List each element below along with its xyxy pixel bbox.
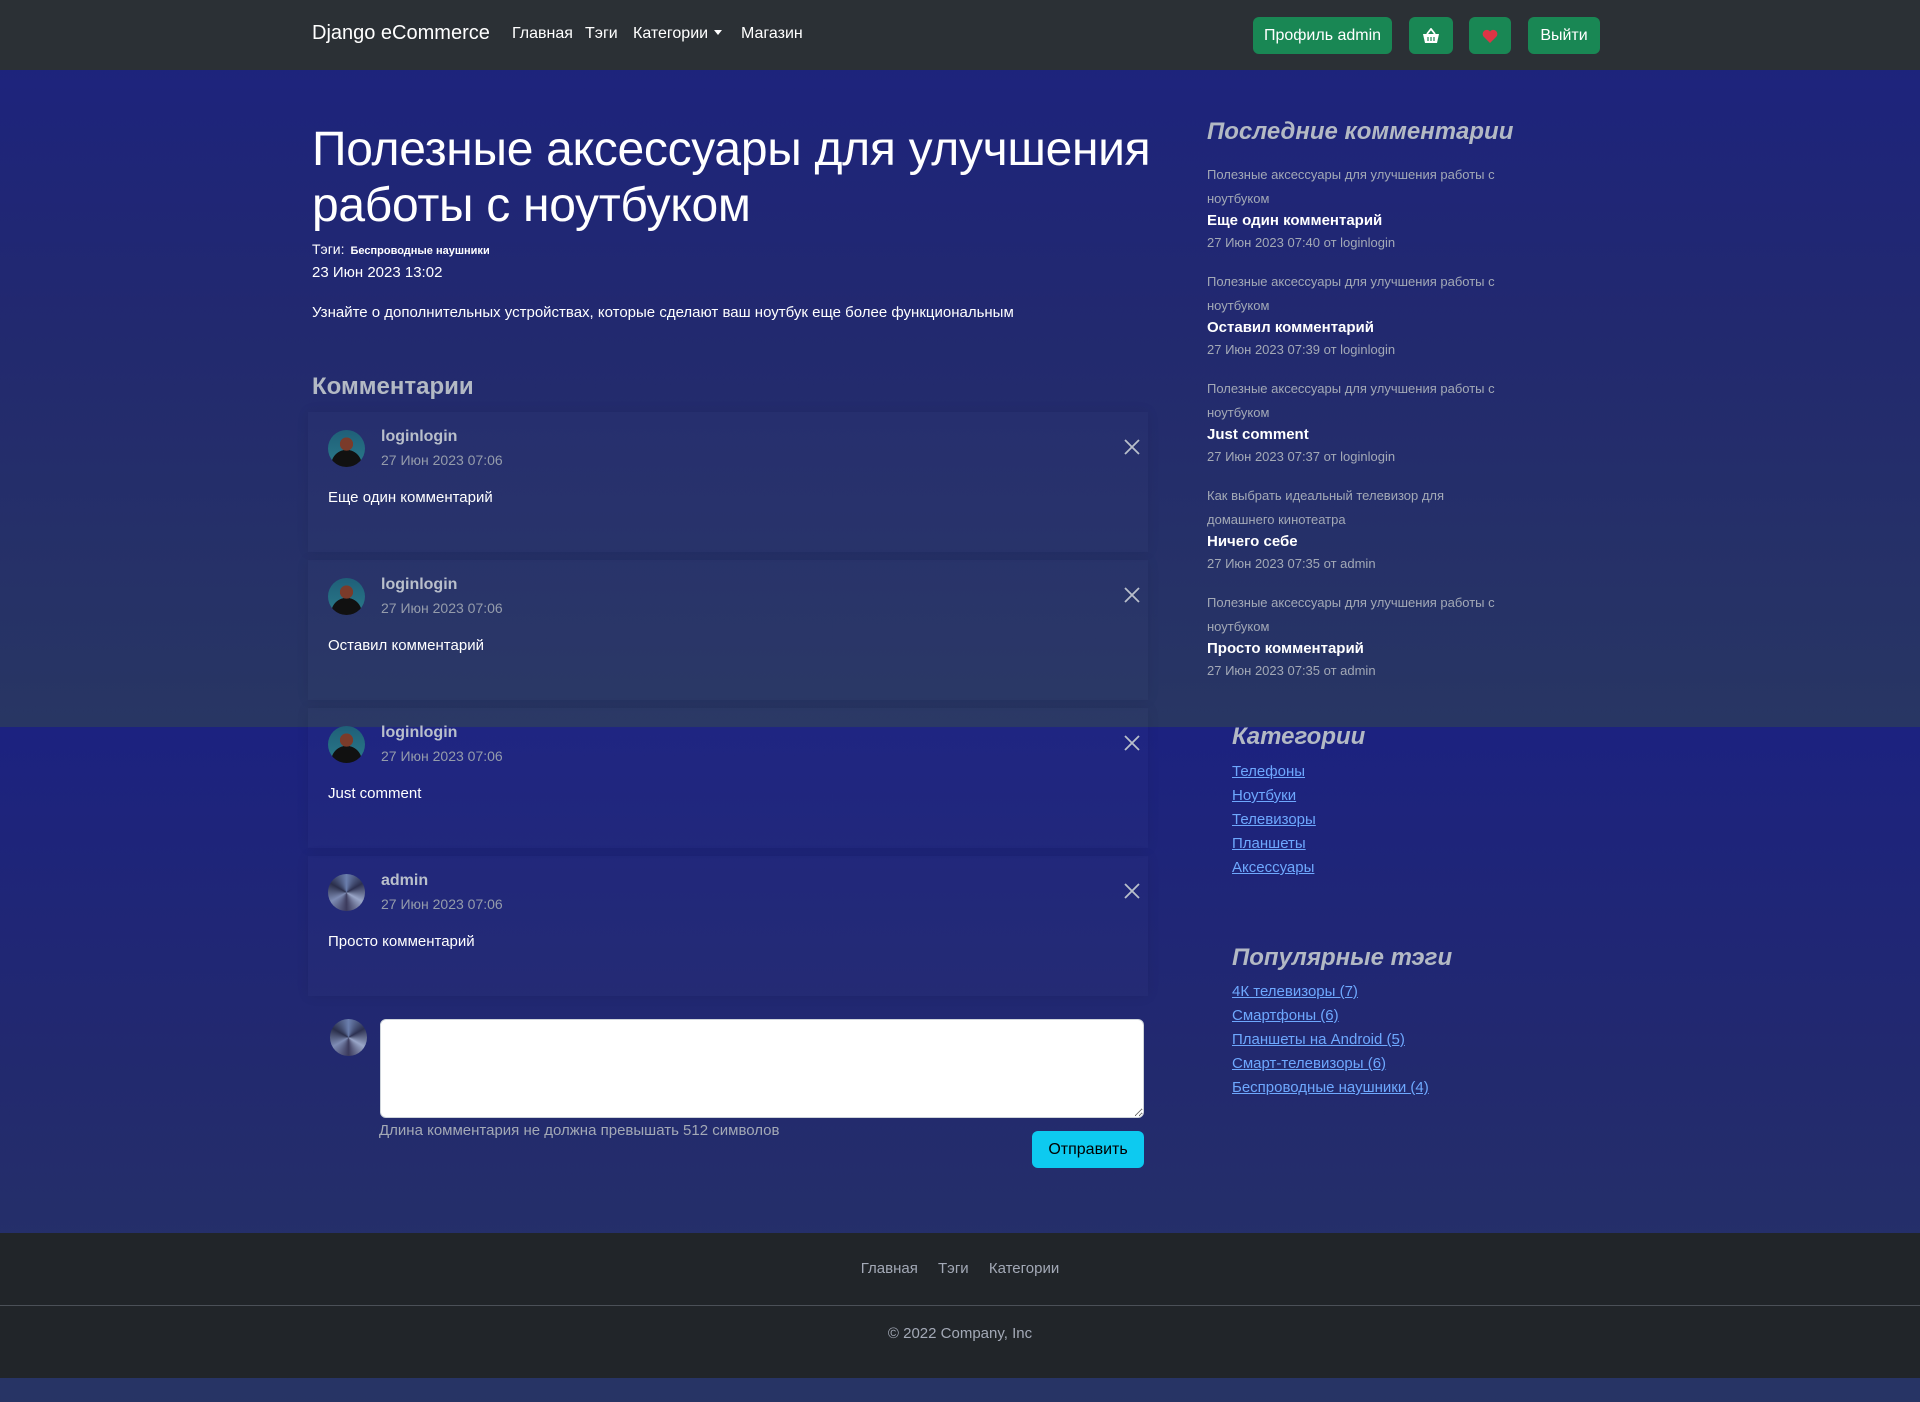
footer-link-categories[interactable]: Категории <box>989 1260 1059 1277</box>
popular-tags-list: 4К телевизоры (7) Смартфоны (6) Планшеты… <box>1232 980 1429 1100</box>
recent-comment-text: Оставил комментарий <box>1207 319 1374 336</box>
submit-comment-button[interactable]: Отправить <box>1032 1131 1144 1168</box>
cart-button[interactable] <box>1409 17 1453 54</box>
caret-down-icon <box>714 30 723 35</box>
recent-comment: Полезные аксессуары для улучшения работы… <box>1207 377 1507 469</box>
comment-text: Просто комментарий <box>328 933 475 950</box>
recent-comment-text: Just comment <box>1207 426 1309 443</box>
current-user-avatar <box>330 1019 367 1056</box>
recent-comment-meta: 27 Июн 2023 07:37 от loginlogin <box>1207 449 1396 464</box>
comment-avatar <box>328 578 365 615</box>
recent-comment: Полезные аксессуары для улучшения работы… <box>1207 163 1507 255</box>
post-description: Узнайте о дополнительных устройствах, ко… <box>312 304 1014 321</box>
comment-author[interactable]: loginlogin <box>381 576 457 594</box>
post-date: 23 Июн 2023 13:02 <box>312 264 443 281</box>
category-link[interactable]: Планшеты <box>1232 832 1316 856</box>
recent-comment-post[interactable]: Как выбрать идеальный телевизор для дома… <box>1207 484 1507 532</box>
profile-button[interactable]: Профиль admin <box>1253 17 1392 54</box>
footer: Главная Тэги Категории © 2022 Company, I… <box>0 1233 1920 1378</box>
comment-date: 27 Июн 2023 07:06 <box>381 748 503 764</box>
logout-button[interactable]: Выйти <box>1528 17 1600 54</box>
category-link[interactable]: Телефоны <box>1232 760 1316 784</box>
comment-text: Оставил комментарий <box>328 637 484 654</box>
tag-link[interactable]: Беспроводные наушники (4) <box>1232 1076 1429 1100</box>
nav-home[interactable]: Главная <box>512 25 573 43</box>
comment-avatar <box>328 726 365 763</box>
category-link[interactable]: Телевизоры <box>1232 808 1316 832</box>
category-link[interactable]: Аксессуары <box>1232 856 1316 880</box>
comment-text: Еще один комментарий <box>328 489 493 506</box>
comment-avatar <box>328 874 365 911</box>
recent-comments-heading: Последние комментарии <box>1207 118 1514 145</box>
comment-input[interactable] <box>380 1019 1144 1118</box>
recent-comment-post[interactable]: Полезные аксессуары для улучшения работы… <box>1207 377 1507 425</box>
footer-divider <box>0 1305 1920 1306</box>
nav-shop[interactable]: Магазин <box>741 25 803 43</box>
footer-link-tags[interactable]: Тэги <box>938 1260 969 1277</box>
recent-comment-post[interactable]: Полезные аксессуары для улучшения работы… <box>1207 591 1507 639</box>
nav-tags[interactable]: Тэги <box>585 25 618 43</box>
tag-link[interactable]: Беспроводные наушники <box>351 245 490 257</box>
recent-comment-post[interactable]: Полезные аксессуары для улучшения работы… <box>1207 163 1507 211</box>
recent-comment: Полезные аксессуары для улучшения работы… <box>1207 591 1507 683</box>
comment-author[interactable]: loginlogin <box>381 428 457 446</box>
popular-tags-heading: Популярные тэги <box>1232 944 1453 971</box>
comment-author[interactable]: loginlogin <box>381 724 457 742</box>
close-icon[interactable] <box>1123 734 1141 752</box>
tags-label: Тэги: <box>312 241 345 257</box>
tag-link[interactable]: 4К телевизоры (7) <box>1232 980 1429 1004</box>
category-link[interactable]: Ноутбуки <box>1232 784 1316 808</box>
comment-card: loginlogin 27 Июн 2023 07:06 Just commen… <box>308 708 1148 848</box>
recent-comment: Как выбрать идеальный телевизор для дома… <box>1207 484 1507 576</box>
tag-link[interactable]: Смарт-телевизоры (6) <box>1232 1052 1429 1076</box>
post-tags: Тэги: Беспроводные наушники <box>312 241 490 257</box>
wishlist-button[interactable] <box>1469 17 1511 54</box>
comments-heading: Комментарии <box>312 373 474 400</box>
recent-comment-text: Еще один комментарий <box>1207 212 1383 229</box>
recent-comment-post[interactable]: Полезные аксессуары для улучшения работы… <box>1207 270 1507 318</box>
close-icon[interactable] <box>1123 586 1141 604</box>
comment-help-text: Длина комментария не должна превышать 51… <box>379 1122 780 1139</box>
nav-categories-dropdown[interactable]: Категории <box>633 25 723 43</box>
recent-comment-text: Просто комментарий <box>1207 640 1364 657</box>
comment-card: loginlogin 27 Июн 2023 07:06 Оставил ком… <box>308 560 1148 700</box>
footer-link-home[interactable]: Главная <box>861 1260 918 1277</box>
close-icon[interactable] <box>1123 438 1141 456</box>
categories-list: Телефоны Ноутбуки Телевизоры Планшеты Ак… <box>1232 760 1316 880</box>
comment-text: Just comment <box>328 785 422 802</box>
close-icon[interactable] <box>1123 882 1141 900</box>
tag-link[interactable]: Планшеты на Android (5) <box>1232 1028 1429 1052</box>
recent-comment-text: Ничего себе <box>1207 533 1298 550</box>
comment-date: 27 Июн 2023 07:06 <box>381 452 503 468</box>
recent-comment-meta: 27 Июн 2023 07:35 от admin <box>1207 663 1376 678</box>
comment-card: loginlogin 27 Июн 2023 07:06 Еще один ко… <box>308 412 1148 552</box>
comment-card: admin 27 Июн 2023 07:06 Просто комментар… <box>308 856 1148 996</box>
brand-link[interactable]: Django eCommerce <box>312 22 490 45</box>
footer-nav: Главная Тэги Категории <box>0 1260 1920 1277</box>
categories-heading: Категории <box>1232 723 1366 750</box>
recent-comment: Полезные аксессуары для улучшения работы… <box>1207 270 1507 362</box>
recent-comment-meta: 27 Июн 2023 07:35 от admin <box>1207 556 1376 571</box>
comment-avatar <box>328 430 365 467</box>
comment-date: 27 Июн 2023 07:06 <box>381 896 503 912</box>
comment-author[interactable]: admin <box>381 872 428 890</box>
basket-icon <box>1423 27 1439 43</box>
copyright: © 2022 Company, Inc <box>887 1325 1033 1342</box>
recent-comment-meta: 27 Июн 2023 07:40 от loginlogin <box>1207 235 1396 250</box>
post-title: Полезные аксессуары для улучшения работы… <box>312 123 1151 232</box>
heart-icon <box>1482 29 1498 43</box>
recent-comment-meta: 27 Июн 2023 07:39 от loginlogin <box>1207 342 1396 357</box>
navbar: Django eCommerce Главная Тэги Категории … <box>0 0 1920 70</box>
comment-date: 27 Июн 2023 07:06 <box>381 600 503 616</box>
nav-categories-label: Категории <box>633 25 709 42</box>
tag-link[interactable]: Смартфоны (6) <box>1232 1004 1429 1028</box>
